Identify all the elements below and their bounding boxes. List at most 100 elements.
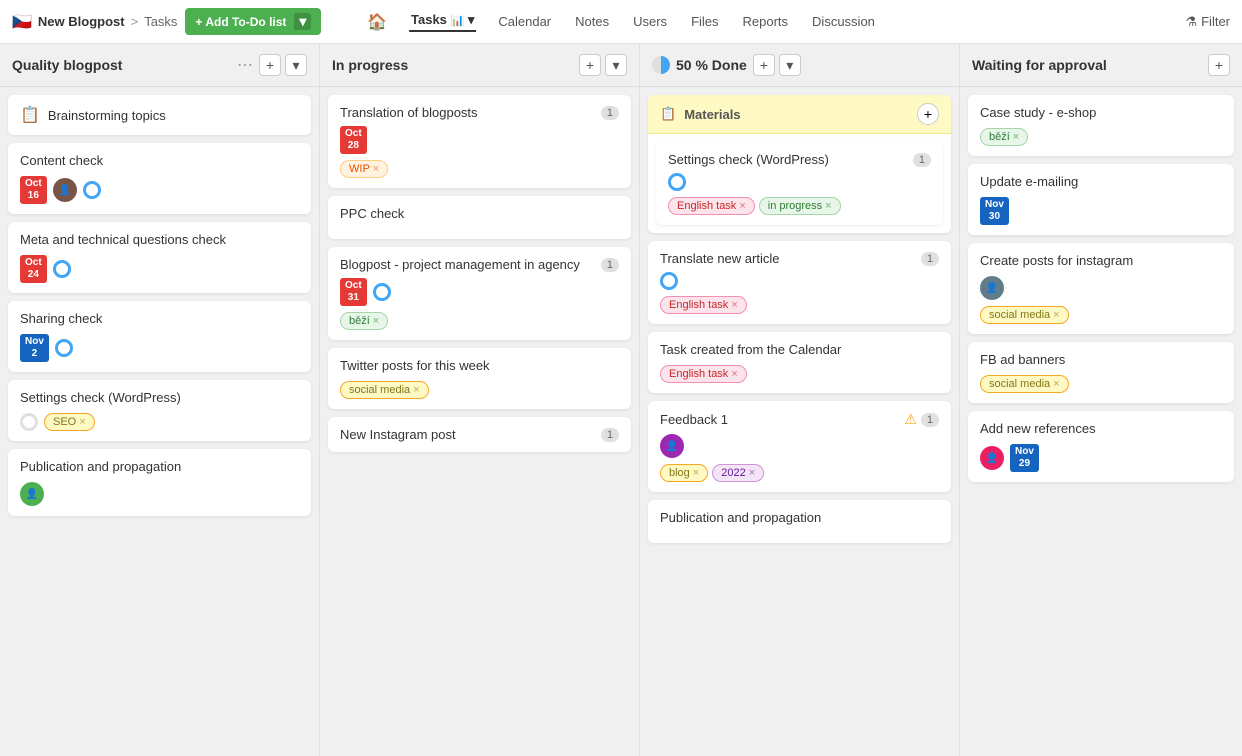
card-title: Translation of blogposts bbox=[340, 105, 478, 120]
card-feedback1[interactable]: Feedback 1 ⚠ 1 👤 blog × 2022 × bbox=[648, 401, 951, 492]
card-new-instagram[interactable]: New Instagram post 1 bbox=[328, 417, 631, 452]
card-title: New Instagram post bbox=[340, 427, 456, 442]
card-case-study[interactable]: Case study - e-shop běží × bbox=[968, 95, 1234, 156]
date-badge-oct24: Oct24 bbox=[20, 255, 47, 283]
card-meta bbox=[668, 173, 931, 191]
materials-add-btn[interactable]: + bbox=[917, 103, 939, 125]
tag-remove[interactable]: × bbox=[749, 467, 755, 479]
card-translate-article[interactable]: Translate new article 1 English task × bbox=[648, 241, 951, 324]
progress-circle bbox=[20, 413, 38, 431]
column-quality-add[interactable]: + bbox=[259, 54, 281, 76]
card-translation[interactable]: Translation of blogposts 1 Oct28 WIP × bbox=[328, 95, 631, 188]
nav-discussion[interactable]: Discussion bbox=[810, 14, 877, 29]
card-tags: social media × bbox=[980, 375, 1222, 393]
tag-social-media[interactable]: social media × bbox=[340, 381, 429, 399]
column-quality-dropdown[interactable]: ▾ bbox=[285, 54, 307, 76]
tag-2022[interactable]: 2022 × bbox=[712, 464, 764, 482]
tag-remove[interactable]: × bbox=[373, 163, 379, 175]
card-brainstorming[interactable]: 📋 Brainstorming topics bbox=[8, 95, 311, 135]
breadcrumb: 🇨🇿 New Blogpost > Tasks bbox=[12, 12, 177, 32]
nav-calendar[interactable]: Calendar bbox=[496, 14, 553, 29]
card-tags: social media × bbox=[980, 306, 1222, 324]
card-create-instagram[interactable]: Create posts for instagram 👤 social medi… bbox=[968, 243, 1234, 334]
tag-in-progress[interactable]: in progress × bbox=[759, 197, 841, 215]
tag-english[interactable]: English task × bbox=[660, 365, 747, 383]
tag-english[interactable]: English task × bbox=[668, 197, 755, 215]
avatar: 👤 bbox=[980, 446, 1004, 470]
add-todo-button[interactable]: + Add To-Do list ▾ bbox=[185, 8, 321, 35]
tag-remove[interactable]: × bbox=[731, 299, 737, 311]
tag-social-media[interactable]: social media × bbox=[980, 375, 1069, 393]
card-title: Twitter posts for this week bbox=[340, 358, 619, 373]
progress-circle bbox=[668, 173, 686, 191]
card-add-references[interactable]: Add new references 👤 Nov29 bbox=[968, 411, 1234, 482]
add-dropdown-arrow[interactable]: ▾ bbox=[294, 13, 311, 30]
materials-body: Settings check (WordPress) 1 English tas… bbox=[648, 134, 951, 233]
column-quality-options[interactable]: ⋯ bbox=[237, 55, 253, 75]
tag-bezi[interactable]: běží × bbox=[980, 128, 1028, 146]
column-waiting-add[interactable]: + bbox=[1208, 54, 1230, 76]
tag-social-media[interactable]: social media × bbox=[980, 306, 1069, 324]
card-twitter-posts[interactable]: Twitter posts for this week social media… bbox=[328, 348, 631, 409]
tag-remove[interactable]: × bbox=[1053, 309, 1059, 321]
card-ppc-check[interactable]: PPC check bbox=[328, 196, 631, 239]
column-in-progress-header: In progress + ▾ bbox=[320, 44, 639, 87]
kanban-board: Quality blogpost ⋯ + ▾ 📋 Brainstorming t… bbox=[0, 44, 1242, 756]
tag-remove[interactable]: × bbox=[413, 384, 419, 396]
tag-remove[interactable]: × bbox=[693, 467, 699, 479]
card-task-calendar[interactable]: Task created from the Calendar English t… bbox=[648, 332, 951, 393]
filter-button[interactable]: ⚗ Filter bbox=[1185, 14, 1230, 30]
badge-count: 1 bbox=[601, 428, 619, 442]
tag-bezi[interactable]: běží × bbox=[340, 312, 388, 330]
tag-remove[interactable]: × bbox=[1013, 131, 1019, 143]
card-title: Create posts for instagram bbox=[980, 253, 1222, 268]
card-indicators: ⚠ 1 bbox=[904, 411, 939, 428]
nav-reports[interactable]: Reports bbox=[741, 14, 791, 29]
card-row: Translate new article 1 bbox=[660, 251, 939, 266]
tag-blog[interactable]: blog × bbox=[660, 464, 708, 482]
column-in-progress-dropdown[interactable]: ▾ bbox=[605, 54, 627, 76]
card-title: FB ad banners bbox=[980, 352, 1222, 367]
card-settings-wp[interactable]: Settings check (WordPress) SEO × bbox=[8, 380, 311, 441]
breadcrumb-tasks[interactable]: Tasks bbox=[144, 14, 177, 29]
tag-wip[interactable]: WIP × bbox=[340, 160, 388, 178]
card-update-emailing[interactable]: Update e-mailing Nov30 bbox=[968, 164, 1234, 235]
nav-home[interactable]: 🏠 bbox=[365, 12, 389, 32]
card-tags: WIP × bbox=[340, 160, 619, 178]
card-title: Blogpost - project management in agency bbox=[340, 257, 580, 272]
column-in-progress-add[interactable]: + bbox=[579, 54, 601, 76]
column-50-done-dropdown[interactable]: ▾ bbox=[779, 54, 801, 76]
tag-remove[interactable]: × bbox=[1053, 378, 1059, 390]
nav-right: ⚗ Filter bbox=[1185, 14, 1230, 30]
column-in-progress-title: In progress bbox=[332, 57, 573, 73]
nav-users[interactable]: Users bbox=[631, 14, 669, 29]
card-pub-prop[interactable]: Publication and propagation bbox=[648, 500, 951, 543]
nav-tasks[interactable]: Tasks 📊 ▾ bbox=[409, 12, 476, 32]
card-tags: blog × 2022 × bbox=[660, 464, 939, 482]
card-meta-check[interactable]: Meta and technical questions check Oct24 bbox=[8, 222, 311, 293]
project-name[interactable]: New Blogpost bbox=[38, 14, 125, 29]
done-header: 50 % Done bbox=[652, 56, 747, 74]
badge-count: 1 bbox=[601, 258, 619, 272]
card-title: Sharing check bbox=[20, 311, 299, 326]
progress-circle bbox=[660, 272, 678, 290]
card-tags: English task × in progress × bbox=[668, 197, 931, 215]
card-blogpost-project[interactable]: Blogpost - project management in agency … bbox=[328, 247, 631, 340]
tag-remove[interactable]: × bbox=[373, 315, 379, 327]
card-sharing-check[interactable]: Sharing check Nov2 bbox=[8, 301, 311, 372]
nav-files[interactable]: Files bbox=[689, 14, 720, 29]
project-flag: 🇨🇿 bbox=[12, 12, 32, 32]
tag-remove[interactable]: × bbox=[739, 200, 745, 212]
nav-notes[interactable]: Notes bbox=[573, 14, 611, 29]
tag-remove[interactable]: × bbox=[825, 200, 831, 212]
card-settings-wp-done[interactable]: Settings check (WordPress) 1 English tas… bbox=[656, 142, 943, 225]
tag-remove[interactable]: × bbox=[731, 368, 737, 380]
card-publication[interactable]: Publication and propagation 👤 bbox=[8, 449, 311, 516]
card-fb-banners[interactable]: FB ad banners social media × bbox=[968, 342, 1234, 403]
materials-title: Materials bbox=[684, 107, 909, 122]
column-50-done-add[interactable]: + bbox=[753, 54, 775, 76]
card-content-check[interactable]: Content check Oct16 👤 bbox=[8, 143, 311, 214]
tag-english[interactable]: English task × bbox=[660, 296, 747, 314]
tag-seo[interactable]: SEO × bbox=[44, 413, 95, 431]
tag-remove[interactable]: × bbox=[79, 416, 85, 428]
